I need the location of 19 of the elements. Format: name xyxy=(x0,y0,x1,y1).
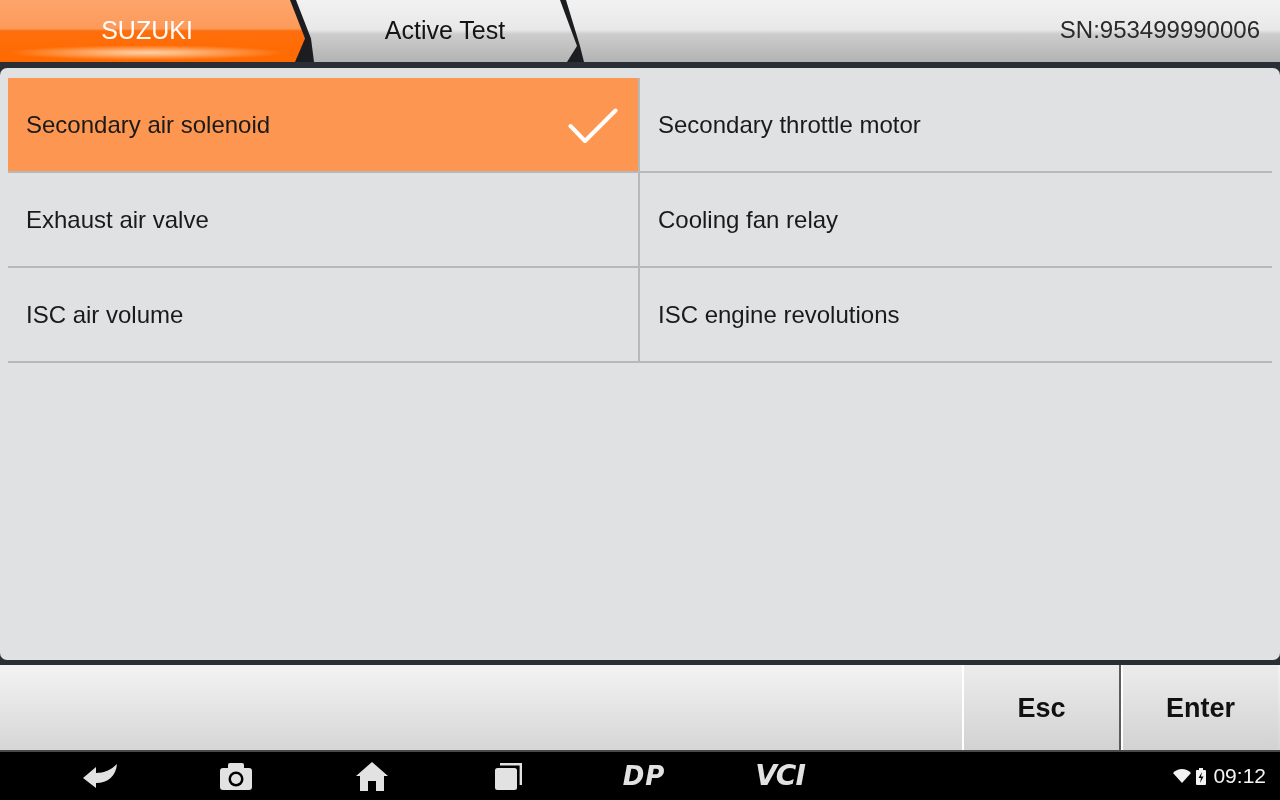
wifi-icon xyxy=(1173,769,1192,783)
list-item[interactable]: Exhaust air valve xyxy=(8,173,640,268)
list-item[interactable]: ISC engine revolutions xyxy=(640,268,1272,363)
camera-icon[interactable] xyxy=(220,762,252,790)
status-time: 09:12 xyxy=(1213,764,1266,788)
toolbar-button[interactable]: Enter xyxy=(1121,665,1278,750)
home-icon[interactable] xyxy=(356,761,388,791)
toolbar-button[interactable]: Esc xyxy=(962,665,1119,750)
recents-icon[interactable] xyxy=(494,762,522,790)
list-item[interactable]: Secondary air solenoid xyxy=(8,78,640,173)
list-item[interactable]: Secondary throttle motor xyxy=(640,78,1272,173)
serial-number: SN:953499990006 xyxy=(1059,16,1260,45)
list-item[interactable]: ISC air volume xyxy=(8,268,640,363)
list-item[interactable]: Cooling fan relay xyxy=(640,173,1272,268)
check-icon xyxy=(568,107,618,144)
app-logo[interactable]: VCI xyxy=(755,762,805,790)
back-icon[interactable] xyxy=(83,764,117,788)
app-logo[interactable]: DP xyxy=(622,763,666,789)
battery-icon xyxy=(1196,767,1207,785)
